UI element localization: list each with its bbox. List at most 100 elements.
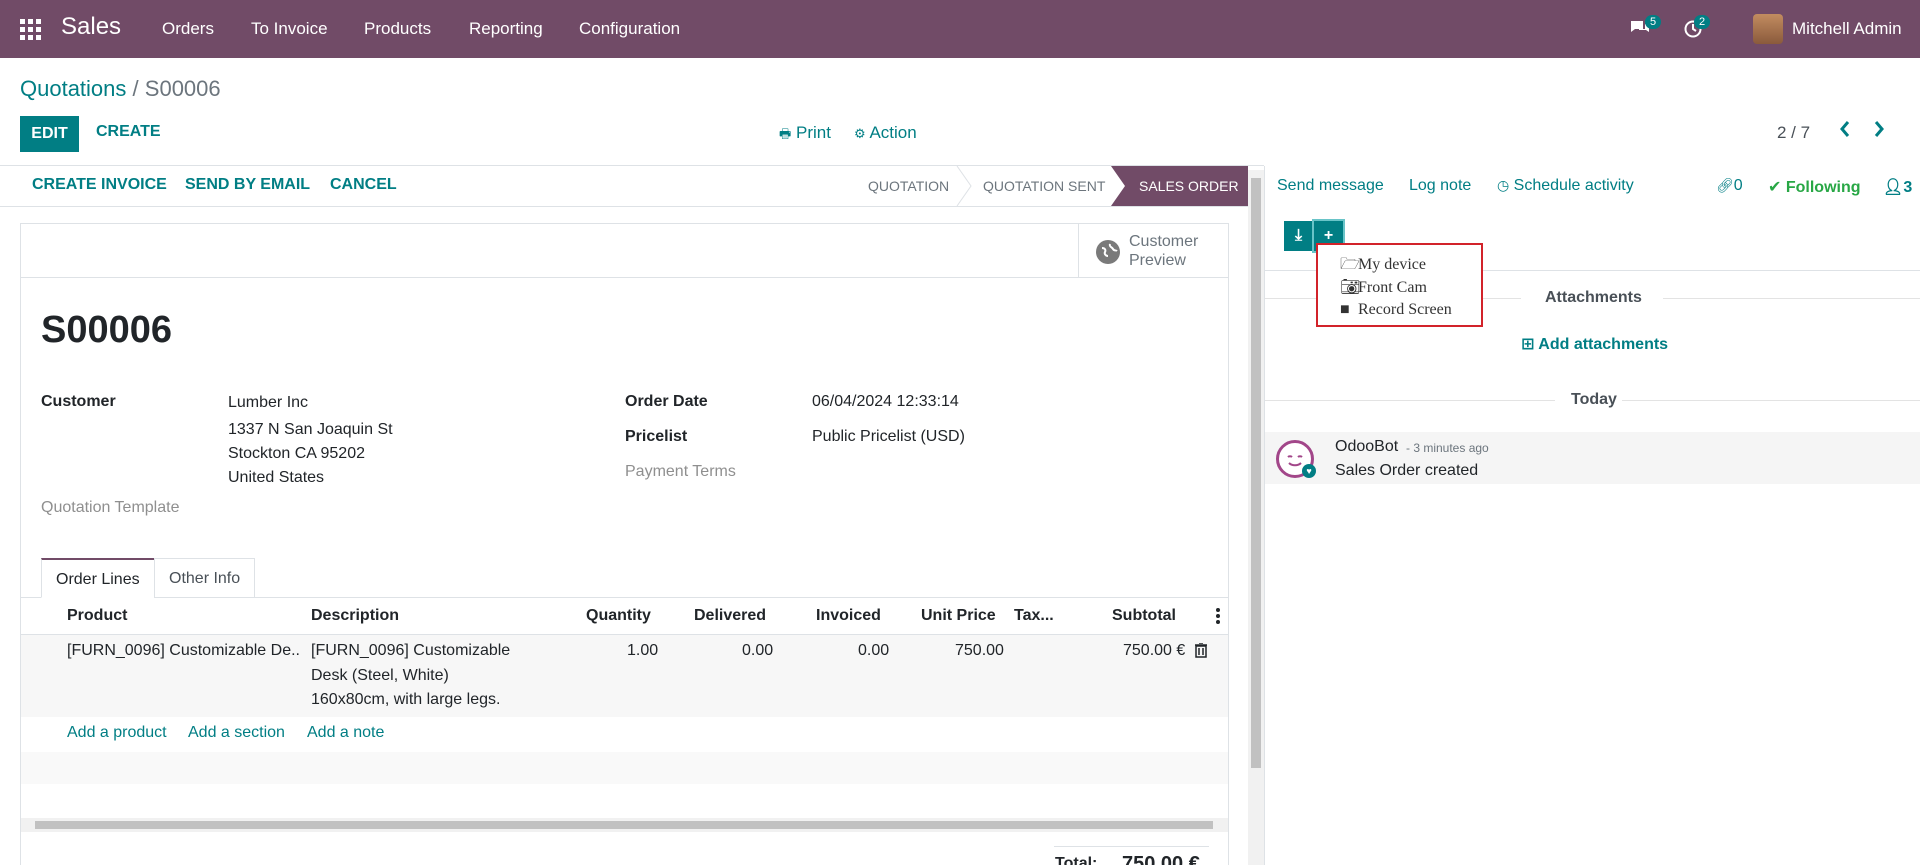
form-vertical-scrollbar[interactable] [1248, 170, 1264, 865]
message-time: - 3 minutes ago [1406, 441, 1489, 455]
horizontal-scrollbar[interactable] [21, 818, 1228, 832]
dropdown-record-screen[interactable]: ■ Record Screen [1340, 301, 1452, 319]
customer-link[interactable]: Lumber Inc [228, 394, 308, 412]
send-message-button[interactable]: Send message [1277, 177, 1384, 195]
menu-products[interactable]: Products [364, 19, 431, 39]
menu-reporting[interactable]: Reporting [469, 19, 543, 39]
followers-button[interactable]: 👤︎3 [1883, 177, 1912, 197]
add-section-link[interactable]: Add a section [188, 724, 285, 742]
customer-address-line3: United States [228, 469, 325, 486]
customer-address-line2: Stockton CA 95202 [228, 445, 365, 462]
add-note-link[interactable]: Add a note [307, 724, 384, 742]
front-cam-label: Front Cam [1358, 279, 1427, 296]
stage-quotation-sent[interactable]: QUOTATION SENT [983, 178, 1105, 194]
pricelist-value: Public Pricelist (USD) [812, 428, 965, 445]
line-delivered: 0.00 [742, 642, 774, 659]
attachments-count: 0 [1733, 177, 1743, 194]
customer-address-line1: 1337 N San Joaquin St [228, 421, 393, 438]
button-box [20, 223, 1229, 278]
paperclip-icon: 🔗︎ [1716, 177, 1734, 193]
column-description[interactable]: Description [311, 607, 399, 625]
plus-square-icon: ⊞ [1521, 336, 1535, 353]
today-divider-left [1265, 400, 1555, 401]
line-quantity: 1.00 [627, 642, 659, 659]
message-body: Sales Order created [1335, 462, 1479, 479]
apps-menu-icon[interactable] [20, 19, 42, 40]
line-description-1: [FURN_0096] Customizable [311, 642, 511, 659]
download-icon[interactable]: ⤓ [1284, 221, 1313, 251]
user-icon: 👤︎ [1883, 179, 1904, 196]
column-taxes[interactable]: Tax... [1014, 607, 1054, 625]
customer-preview-line1: Customer [1129, 233, 1199, 250]
pager-next-icon[interactable] [1872, 118, 1886, 146]
stage-quotation[interactable]: QUOTATION [868, 178, 949, 194]
order-date-label: Order Date [625, 393, 708, 410]
menu-orders[interactable]: Orders [162, 19, 214, 39]
print-label: Print [796, 123, 831, 142]
breadcrumb-current: S00006 [144, 76, 221, 101]
cancel-button[interactable]: CANCEL [330, 176, 397, 194]
my-device-label: My device [1358, 256, 1426, 273]
check-icon: ✔ [1768, 179, 1782, 196]
create-button[interactable]: CREATE [96, 123, 161, 141]
total-value: 750.00 € [1122, 853, 1200, 865]
order-date-value: 06/04/2024 12:33:14 [812, 393, 959, 410]
pager-previous-icon[interactable] [1838, 118, 1852, 146]
clock-icon: ◷ [1497, 177, 1510, 193]
dropdown-front-cam[interactable]: 📷︎Front Cam [1340, 277, 1427, 297]
globe-icon [1096, 240, 1120, 264]
app-brand[interactable]: Sales [61, 13, 121, 41]
tab-other-info[interactable]: Other Info [154, 558, 256, 598]
following-label: Following [1785, 179, 1861, 196]
following-button[interactable]: ✔ Following [1768, 177, 1861, 197]
menu-to-invoice[interactable]: To Invoice [251, 19, 328, 39]
user-menu[interactable]: Mitchell Admin [1792, 19, 1902, 39]
pricelist-label: Pricelist [625, 428, 688, 445]
action-label: Action [869, 123, 917, 142]
create-invoice-button[interactable]: CREATE INVOICE [32, 176, 167, 194]
edit-button[interactable]: EDIT [20, 116, 79, 152]
message-author[interactable]: OdooBot [1335, 438, 1398, 456]
breadcrumb-quotations[interactable]: Quotations [20, 76, 126, 101]
column-delivered[interactable]: Delivered [694, 607, 766, 625]
attachments-counter[interactable]: 🔗︎0 [1716, 177, 1743, 195]
column-options-icon[interactable] [1216, 608, 1220, 629]
delete-line-icon[interactable] [1195, 642, 1207, 663]
dropdown-my-device[interactable]: 🗁My device [1340, 253, 1426, 280]
schedule-activity-button[interactable]: ◷ Schedule activity [1497, 177, 1634, 195]
top-navbar: Sales Orders To Invoice Products Reporti… [0, 0, 1920, 58]
send-by-email-button[interactable]: SEND BY EMAIL [185, 176, 310, 194]
column-quantity[interactable]: Quantity [586, 607, 651, 625]
messages-badge: 5 [1645, 15, 1662, 29]
print-button[interactable]: 🖶 Print [779, 123, 831, 147]
quotation-template-label: Quotation Template [41, 499, 180, 516]
add-attachments-button[interactable]: ⊞ Add attachments [1521, 334, 1668, 354]
today-separator: Today [1571, 391, 1617, 408]
pager-value[interactable]: 2 / 7 [1777, 123, 1810, 143]
statusbar-divider [0, 206, 1248, 207]
line-subtotal: 750.00 € [1123, 642, 1186, 659]
add-product-link[interactable]: Add a product [67, 724, 167, 742]
total-divider [1054, 846, 1209, 847]
today-divider-right [1622, 400, 1920, 401]
action-button[interactable]: ⚙ Action [854, 123, 917, 143]
line-product[interactable]: [FURN_0096] Customizable De... [67, 642, 299, 660]
followers-count: 3 [1903, 179, 1913, 196]
user-avatar[interactable] [1753, 14, 1783, 44]
schedule-activity-label: Schedule activity [1513, 177, 1634, 194]
line-description-3: 160x80cm, with large legs. [311, 691, 501, 708]
control-divider [0, 165, 1264, 166]
stage-sales-order[interactable]: SALES ORDER [1111, 166, 1248, 206]
column-unit-price[interactable]: Unit Price [921, 607, 996, 625]
column-product[interactable]: Product [67, 607, 127, 625]
log-note-button[interactable]: Log note [1409, 177, 1471, 195]
line-invoiced: 0.00 [858, 642, 890, 659]
total-label: Total: [1055, 855, 1098, 865]
breadcrumb-separator: / [132, 76, 139, 101]
attachment-source-dropdown: 🗁My device 📷︎Front Cam ■ Record Screen [1316, 243, 1483, 327]
customer-preview-line2: Preview [1129, 252, 1186, 269]
menu-configuration[interactable]: Configuration [579, 19, 680, 39]
column-subtotal[interactable]: Subtotal [1112, 607, 1176, 625]
column-invoiced[interactable]: Invoiced [816, 607, 881, 625]
tab-order-lines[interactable]: Order Lines [41, 558, 155, 598]
